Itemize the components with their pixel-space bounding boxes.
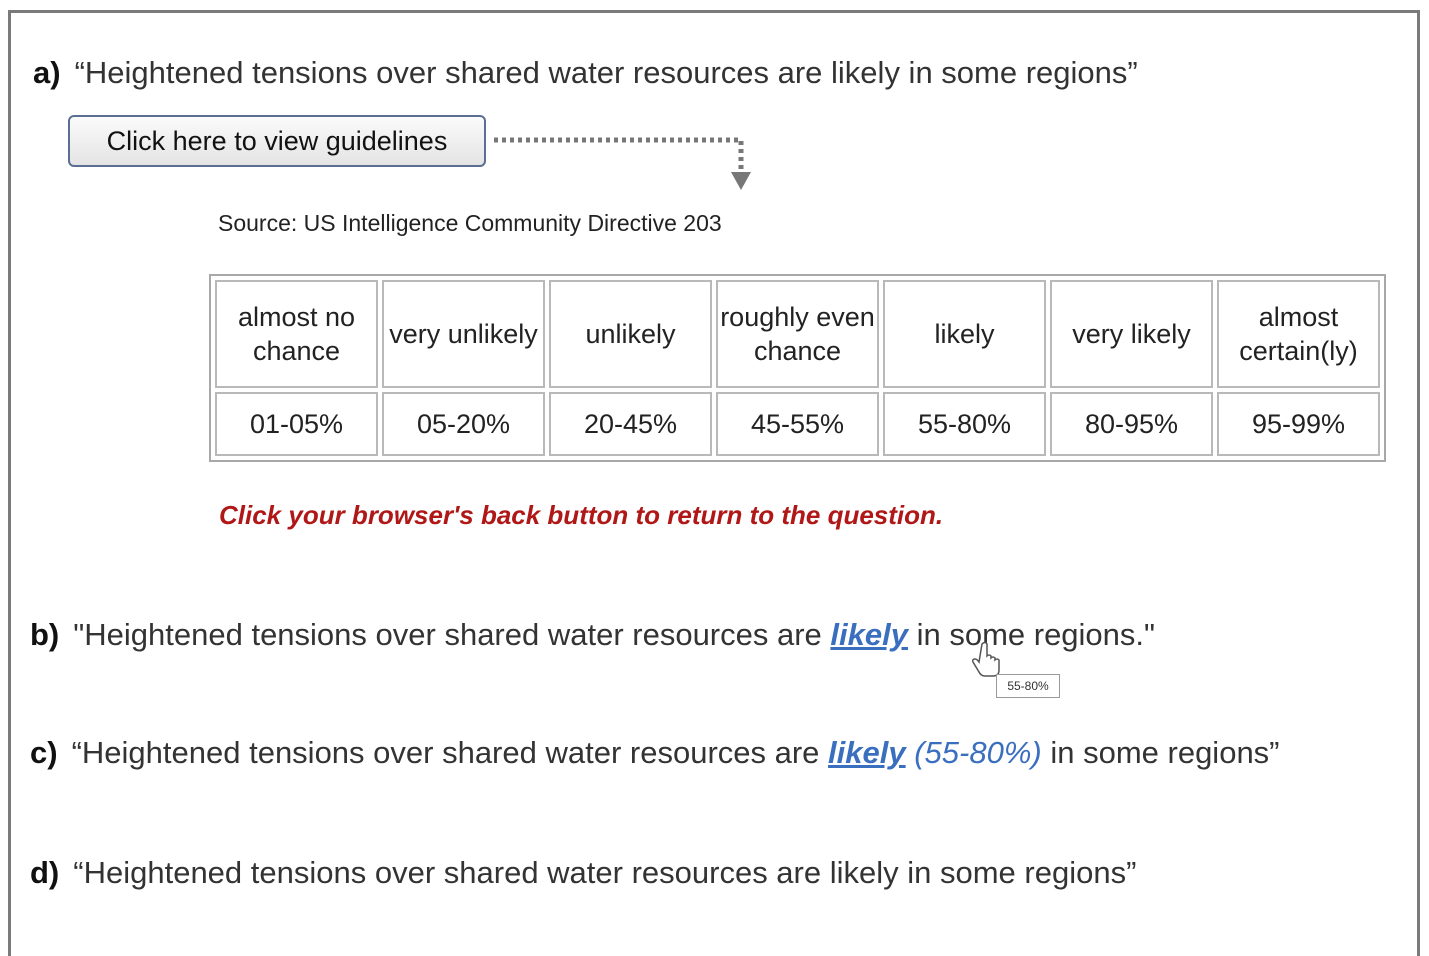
- probability-table: almost no chance very unlikely unlikely …: [209, 274, 1386, 462]
- terms-row: almost no chance very unlikely unlikely …: [215, 280, 1380, 388]
- item-c-text-before: “Heightened tensions over shared water r…: [71, 735, 829, 770]
- item-a-text: “Heightened tensions over shared water r…: [74, 55, 1138, 90]
- term-cell: almost certain(ly): [1217, 280, 1380, 388]
- term-cell: roughly even chance: [716, 280, 879, 388]
- term-cell: likely: [883, 280, 1046, 388]
- range-cell: 05-20%: [382, 392, 545, 456]
- dotted-arrow-icon: [494, 137, 751, 190]
- item-d-text: “Heightened tensions over shared water r…: [73, 855, 1137, 890]
- item-c-text-after: in some regions”: [1041, 735, 1280, 770]
- range-cell: 20-45%: [549, 392, 712, 456]
- item-c-label: c): [30, 735, 58, 770]
- term-cell: almost no chance: [215, 280, 378, 388]
- ranges-row: 01-05% 05-20% 20-45% 45-55% 55-80% 80-95…: [215, 392, 1380, 456]
- item-a: a) “Heightened tensions over shared water…: [33, 55, 1138, 91]
- range-cell: 45-55%: [716, 392, 879, 456]
- item-c: c) “Heightened tensions over shared water…: [30, 735, 1280, 771]
- guidelines-source: Source: US Intelligence Community Direct…: [218, 210, 722, 236]
- item-d-label: d): [30, 855, 60, 890]
- item-a-label: a): [33, 55, 61, 90]
- hand-pointer-icon: [972, 641, 1000, 677]
- inline-range: (55-80%): [914, 735, 1042, 770]
- view-guidelines-button[interactable]: Click here to view guidelines: [68, 115, 486, 167]
- likely-link[interactable]: likely: [828, 735, 906, 770]
- range-cell: 95-99%: [1217, 392, 1380, 456]
- term-cell: unlikely: [549, 280, 712, 388]
- term-cell: very unlikely: [382, 280, 545, 388]
- item-b-label: b): [30, 617, 60, 652]
- item-b-text-before: "Heightened tensions over shared water r…: [73, 617, 831, 652]
- range-cell: 01-05%: [215, 392, 378, 456]
- item-b-text-after: in some regions.": [907, 617, 1156, 652]
- back-button-message: Click your browser's back button to retu…: [219, 500, 944, 530]
- term-cell: very likely: [1050, 280, 1213, 388]
- range-cell: 55-80%: [883, 392, 1046, 456]
- range-cell: 80-95%: [1050, 392, 1213, 456]
- range-tooltip: 55-80%: [996, 674, 1060, 698]
- item-d: d) “Heightened tensions over shared water…: [30, 855, 1136, 891]
- likely-link[interactable]: likely: [830, 617, 908, 652]
